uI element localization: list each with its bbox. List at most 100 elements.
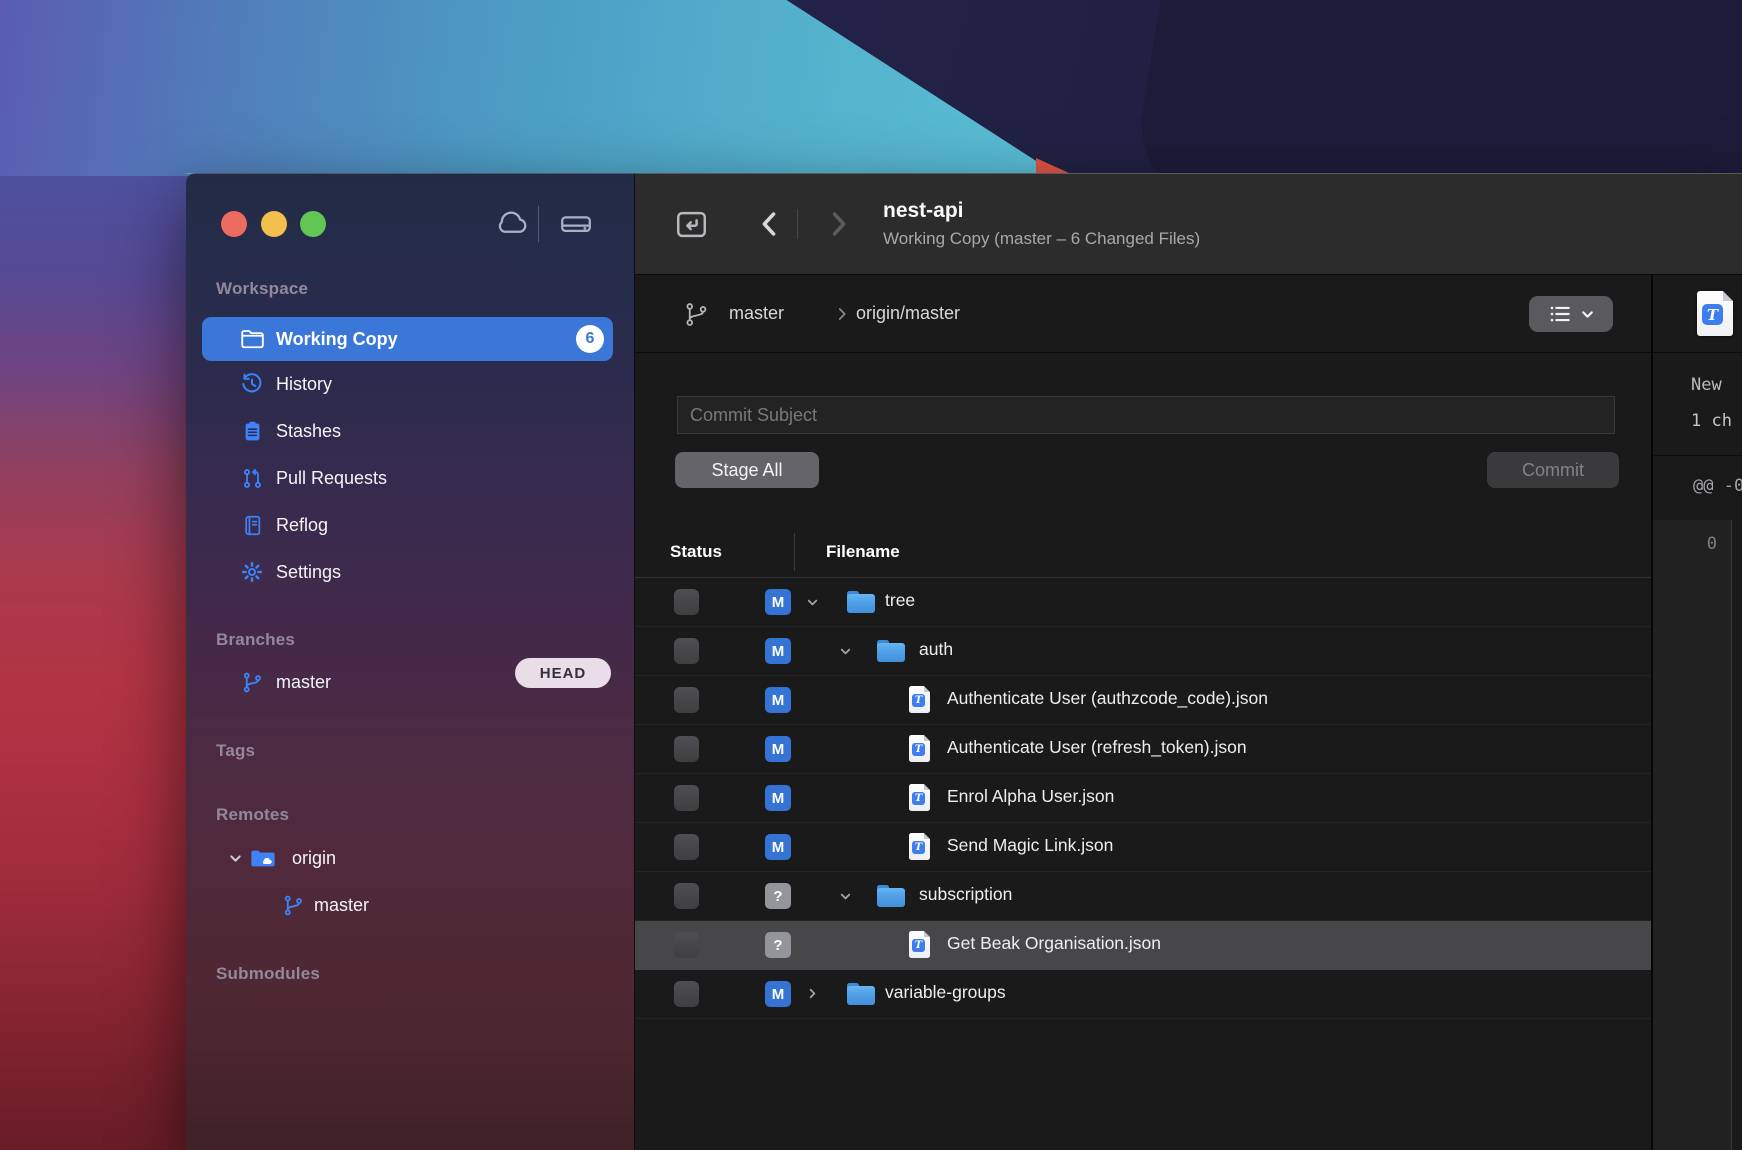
sidebar-item-stashes[interactable]: Stashes [202,409,613,453]
status-column-header[interactable]: Status [670,542,722,562]
file-name: Enrol Alpha User.json [947,786,1114,807]
close-window-button[interactable] [221,211,247,237]
folder-name: tree [885,590,915,611]
table-row-auth[interactable]: M auth [635,627,1651,676]
chevron-down-icon[interactable] [838,644,853,659]
cloud-icon[interactable] [494,206,530,242]
status-badge: M [765,638,791,664]
stage-checkbox[interactable] [674,932,699,958]
stage-checkbox[interactable] [674,736,699,762]
column-divider[interactable] [794,533,795,571]
json-file-icon: T [909,931,930,958]
chevron-down-icon[interactable] [805,595,820,610]
json-file-icon: T [909,735,930,762]
folder-name: variable-groups [885,982,1006,1003]
sidebar-item-history[interactable]: History [202,362,613,406]
zoom-window-button[interactable] [300,211,326,237]
table-row-file[interactable]: M T Send Magic Link.json [635,823,1651,872]
status-badge: M [765,736,791,762]
changed-files-count-badge: 6 [576,325,604,353]
tags-header: Tags [216,741,255,761]
diff-code-area [1732,520,1742,1150]
clipboard-icon [239,418,265,444]
chevron-down-icon [1579,306,1596,323]
filename-column-header[interactable]: Filename [826,542,900,562]
table-row-file-selected[interactable]: ? T Get Beak Organisation.json [635,921,1651,970]
file-name: Send Magic Link.json [947,835,1113,856]
list-icon [1547,301,1573,327]
back-button[interactable] [753,207,787,241]
stage-checkbox[interactable] [674,834,699,860]
stage-checkbox[interactable] [674,589,699,615]
minimize-window-button[interactable] [261,211,287,237]
folder-icon [847,591,875,613]
repo-subtitle: Working Copy (master – 6 Changed Files) [883,229,1200,249]
status-badge: ? [765,932,791,958]
wallpaper-left-gradient [0,176,200,1150]
sidebar-item-remote-origin[interactable]: origin [202,836,613,880]
sidebar-item-label: Stashes [276,421,341,442]
folder-name: auth [919,639,953,660]
view-mode-dropdown-button[interactable] [1529,296,1613,332]
folder-icon [847,983,875,1005]
file-name: Authenticate User (authzcode_code).json [947,688,1268,709]
sidebar-item-label: Working Copy [276,329,398,350]
app-window: Workspace Working Copy 6 [186,173,1742,1150]
chevron-down-icon[interactable] [838,889,853,904]
stage-checkbox[interactable] [674,981,699,1007]
remote-branch-name: master [314,895,369,916]
table-row-file[interactable]: M T Authenticate User (authzcode_code).j… [635,676,1651,725]
book-icon [239,512,265,538]
json-file-icon: T [1697,291,1733,336]
file-name: Authenticate User (refresh_token).json [947,737,1247,758]
forward-button[interactable] [821,207,855,241]
chevron-right-icon[interactable] [805,986,820,1001]
sidebar-item-working-copy[interactable]: Working Copy 6 [202,317,613,361]
table-row-variable-groups[interactable]: M variable-groups [635,970,1651,1019]
branch-icon [683,301,710,328]
table-row-tree[interactable]: M tree [635,578,1651,627]
diff-file-header: T [1653,275,1742,353]
branch-breadcrumb-row: master origin/master [635,275,1651,353]
sidebar-item-remote-branch-master[interactable]: master [202,883,613,927]
sidebar-item-label: Pull Requests [276,468,387,489]
sidebar-item-branch-master[interactable]: master HEAD [202,660,613,704]
commit-subject-input[interactable] [677,396,1615,434]
sidebar-item-reflog[interactable]: Reflog [202,503,613,547]
status-badge: M [765,981,791,1007]
stage-checkbox[interactable] [674,785,699,811]
table-row-file[interactable]: M T Authenticate User (refresh_token).js… [635,725,1651,774]
breadcrumb-current-branch[interactable]: master [729,303,784,324]
commit-button[interactable]: Commit [1487,452,1619,488]
file-panel: master origin/master [635,275,1651,1150]
status-badge: ? [765,883,791,909]
breadcrumb-upstream-branch[interactable]: origin/master [856,303,960,324]
stage-checkbox[interactable] [674,638,699,664]
drive-icon[interactable] [558,206,594,242]
branch-icon [280,892,306,918]
stage-checkbox[interactable] [674,687,699,713]
stage-all-button[interactable]: Stage All [675,452,819,488]
head-badge: HEAD [515,658,611,688]
json-file-icon: T [909,833,930,860]
repository-icon[interactable] [673,206,710,243]
sidebar-item-settings[interactable]: Settings [202,550,613,594]
status-badge: M [765,785,791,811]
stage-checkbox[interactable] [674,883,699,909]
file-name: Get Beak Organisation.json [947,933,1161,954]
diff-change-summary: 1 ch [1691,411,1732,431]
table-row-file[interactable]: M T Enrol Alpha User.json [635,774,1651,823]
file-list: M tree M [635,578,1651,1019]
chevron-down-icon[interactable] [227,850,244,867]
remotes-header: Remotes [216,805,289,825]
main-panel: nest-api Working Copy (master – 6 Change… [634,173,1742,1150]
remote-name: origin [292,848,336,869]
diff-panel: T New 1 ch @@ -0 0 [1651,275,1742,1150]
submodules-header: Submodules [216,964,320,984]
folder-icon [239,326,265,352]
sidebar-item-pull-requests[interactable]: Pull Requests [202,456,613,500]
remote-folder-cloud-icon [250,845,276,871]
chevron-right-icon [833,305,851,323]
title-bar: nest-api Working Copy (master – 6 Change… [635,173,1742,275]
table-row-subscription[interactable]: ? subscription [635,872,1651,921]
